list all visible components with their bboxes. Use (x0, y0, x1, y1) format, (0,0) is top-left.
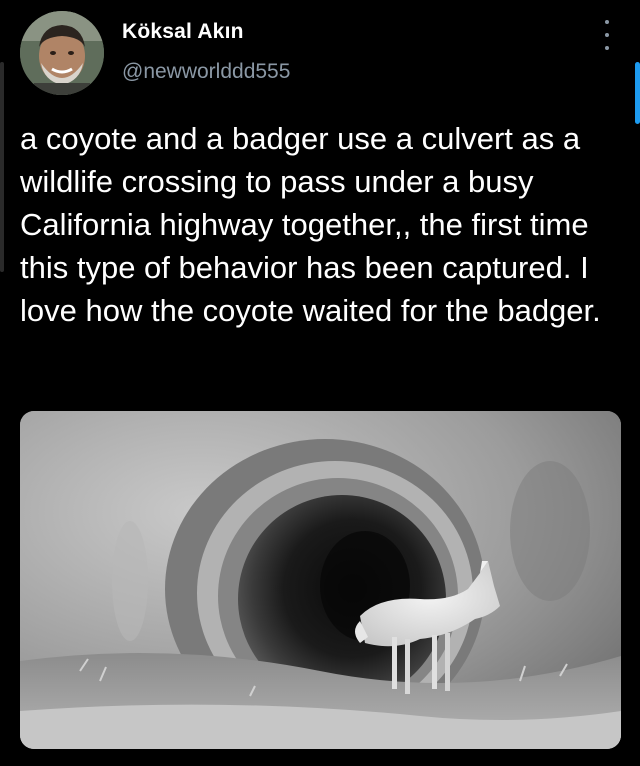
dot (605, 33, 609, 37)
avatar-image (20, 11, 104, 95)
scroll-indicator[interactable] (635, 62, 640, 124)
left-edge-bar (0, 62, 4, 272)
vertical-ellipsis-icon[interactable] (602, 20, 612, 50)
avatar[interactable] (20, 11, 104, 95)
dot (605, 46, 609, 50)
tweet-media[interactable] (20, 411, 621, 749)
display-name[interactable]: Köksal Akın (122, 20, 244, 44)
tweet-container: Köksal Akın @newworlddd555 a coyote and … (0, 0, 640, 766)
user-handle[interactable]: @newworlddd555 (122, 60, 290, 84)
culvert-photo (20, 411, 621, 749)
dot (605, 20, 609, 24)
tweet-text: a coyote and a badger use a culvert as a… (20, 121, 601, 328)
